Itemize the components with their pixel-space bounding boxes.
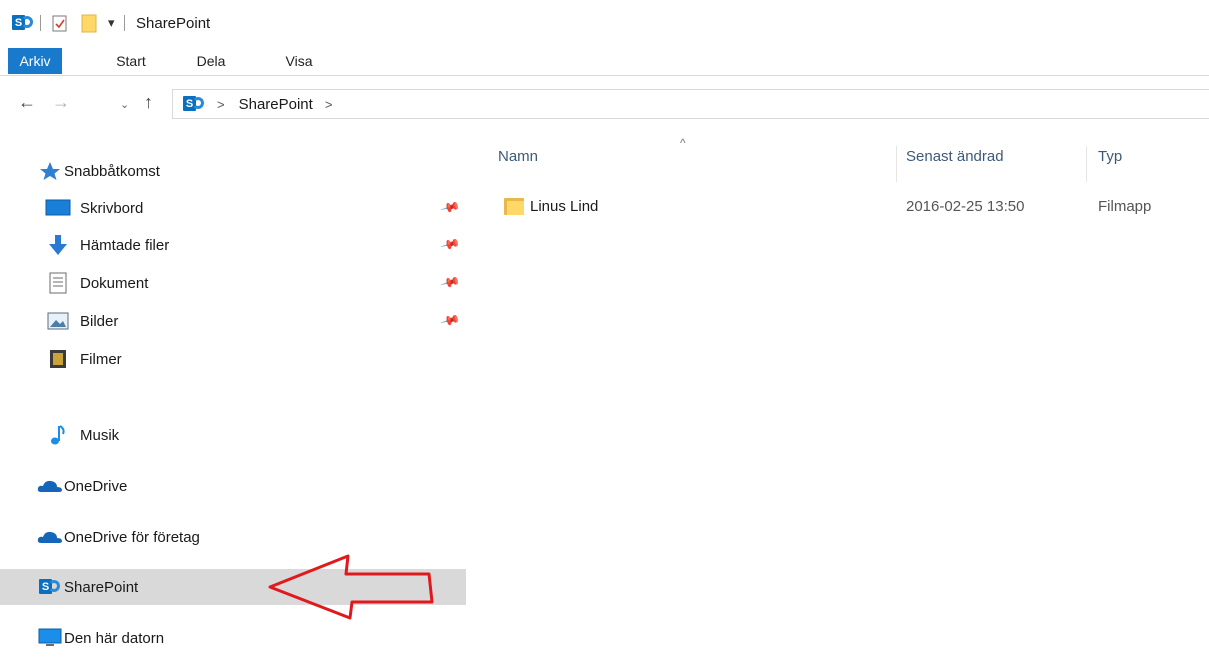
nav-sharepoint-label: SharePoint: [64, 578, 139, 596]
file-list: Namn ^ Senast ändrad Typ Linus Lind 2016…: [468, 136, 1209, 668]
title-separator: [40, 15, 41, 31]
forward-arrow-icon[interactable]: →: [52, 92, 70, 113]
folder-icon: [504, 198, 524, 215]
title-bar: S ▾ SharePoint: [0, 0, 1209, 44]
tab-start[interactable]: Start: [110, 48, 152, 74]
nav-item-music[interactable]: Musik: [0, 417, 466, 453]
breadcrumb-separator[interactable]: >: [217, 97, 225, 112]
row-modified: 2016-02-25 13:50: [906, 198, 1025, 215]
address-bar[interactable]: S > SharePoint >: [172, 89, 1209, 119]
pin-icon[interactable]: 📌: [439, 197, 462, 219]
nav-item-label: Hämtade filer: [80, 236, 170, 254]
nav-onedrive-business-label: OneDrive för företag: [64, 528, 200, 546]
ribbon-tabs: Arkiv Start Dela Visa: [0, 44, 1209, 76]
nav-quick-access-label: Snabbåtkomst: [64, 162, 160, 180]
pin-icon[interactable]: 📌: [439, 234, 462, 256]
star-icon: [36, 160, 64, 182]
nav-item-onedrive[interactable]: OneDrive: [0, 468, 466, 504]
computer-monitor-icon: [36, 627, 64, 649]
new-folder-icon[interactable]: [80, 12, 100, 34]
tab-arkiv[interactable]: Arkiv: [8, 48, 62, 74]
nav-onedrive-label: OneDrive: [64, 477, 128, 495]
column-header-modified[interactable]: Senast ändrad: [906, 148, 1004, 165]
onedrive-cloud-icon: [36, 475, 64, 497]
properties-icon[interactable]: [52, 12, 68, 34]
recent-locations-chevron-icon[interactable]: ⌄: [120, 98, 129, 111]
pictures-icon: [44, 310, 72, 332]
nav-quick-access[interactable]: Snabbåtkomst: [0, 153, 466, 189]
music-icon: [44, 424, 72, 446]
back-arrow-icon[interactable]: ←: [18, 92, 36, 113]
address-sharepoint-icon: S: [183, 95, 205, 113]
column-header-name[interactable]: Namn: [498, 148, 538, 165]
nav-item-this-pc[interactable]: Den här datorn: [0, 620, 466, 656]
row-name: Linus Lind: [530, 198, 599, 215]
document-icon: [44, 272, 72, 294]
nav-this-pc-label: Den här datorn: [64, 629, 165, 647]
customize-toolbar-icon[interactable]: ▾: [108, 12, 115, 34]
download-icon: [44, 234, 72, 256]
nav-item-label: Musik: [80, 426, 120, 444]
pin-icon[interactable]: 📌: [439, 310, 462, 332]
nav-item-desktop[interactable]: Skrivbord 📌: [0, 190, 466, 226]
column-header-type[interactable]: Typ: [1098, 148, 1122, 165]
nav-item-label: Dokument: [80, 274, 149, 292]
app-sharepoint-icon[interactable]: S: [12, 12, 34, 34]
nav-item-onedrive-business[interactable]: OneDrive för företag: [0, 519, 466, 555]
address-row: ← → ⌄ ↑ S > SharePoint >: [0, 84, 1209, 124]
video-icon: [44, 348, 72, 370]
tab-visa[interactable]: Visa: [280, 48, 318, 74]
nav-item-pictures[interactable]: Bilder 📌: [0, 303, 466, 339]
nav-item-label: Skrivbord: [80, 199, 144, 217]
window-title: SharePoint: [136, 14, 211, 32]
nav-item-videos[interactable]: Filmer: [0, 341, 466, 377]
breadcrumb-trailing-separator[interactable]: >: [325, 97, 333, 112]
onedrive-business-cloud-icon: [36, 526, 64, 548]
column-divider[interactable]: [1086, 146, 1087, 182]
up-arrow-icon[interactable]: ↑: [144, 92, 153, 113]
annotation-arrow: [268, 554, 434, 620]
nav-item-documents[interactable]: Dokument 📌: [0, 265, 466, 301]
sort-ascending-icon: ^: [680, 136, 686, 150]
sharepoint-icon: S: [36, 576, 64, 598]
nav-item-label: Filmer: [80, 350, 122, 368]
row-type: Filmapp: [1098, 198, 1152, 215]
title-separator-2: [124, 15, 125, 31]
pin-icon[interactable]: 📌: [439, 272, 462, 294]
tab-dela[interactable]: Dela: [192, 48, 230, 74]
nav-item-downloads[interactable]: Hämtade filer 📌: [0, 227, 466, 263]
breadcrumb-sharepoint[interactable]: SharePoint: [239, 96, 313, 113]
column-divider[interactable]: [896, 146, 897, 182]
table-row[interactable]: Linus Lind 2016-02-25 13:50 Filmapp: [468, 190, 1209, 224]
desktop-icon: [44, 197, 72, 219]
nav-item-label: Bilder: [80, 312, 119, 330]
